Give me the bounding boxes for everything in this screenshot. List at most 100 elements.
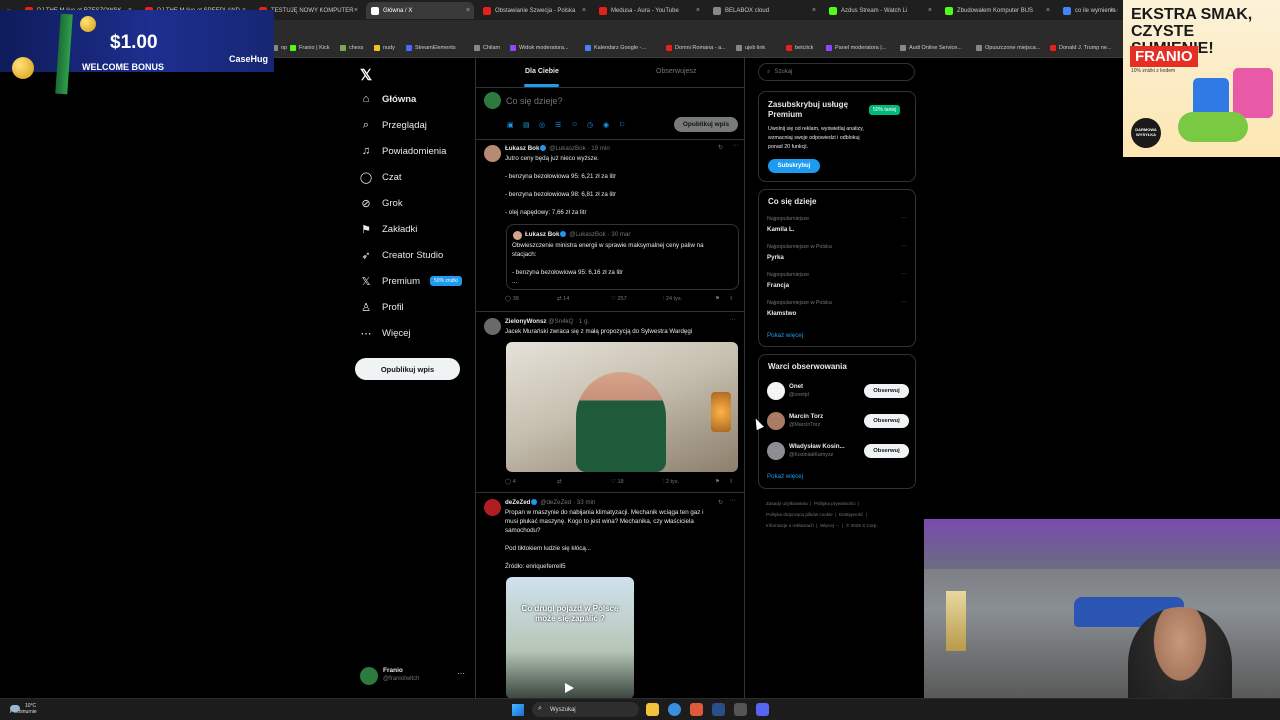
repost-button[interactable]: ⇄ xyxy=(557,479,562,485)
steam-icon[interactable] xyxy=(712,703,725,716)
composer-input[interactable]: Co się dzieje? xyxy=(506,96,563,106)
browser-tab[interactable]: Obstawianie Szwecja - Polska × xyxy=(478,2,590,19)
who-to-follow-show-more[interactable]: Pokaż więcej xyxy=(767,473,803,480)
nav-item-bookmark[interactable]: ⚑ Zakładki xyxy=(360,223,417,236)
bookmark-item[interactable]: StreamElements xyxy=(406,45,456,51)
like-button[interactable]: ♡ 18 xyxy=(611,479,624,485)
weather-widget[interactable]: 10°C Pochmurnie xyxy=(10,703,37,715)
close-tab-icon[interactable]: × xyxy=(696,7,700,14)
close-tab-icon[interactable]: × xyxy=(582,7,586,14)
browser-tab[interactable]: Główna / X × xyxy=(366,2,474,19)
footer-link[interactable]: Polityka prywatności xyxy=(814,501,856,506)
bookmark-item[interactable]: Widok moderatora... xyxy=(510,45,569,51)
quoted-post[interactable]: Łukasz Bok @LukaszBok · 30 mar Obwieszcz… xyxy=(506,224,739,290)
post-avatar[interactable] xyxy=(484,499,501,516)
bookmark-item[interactable]: betclick xyxy=(786,45,813,51)
footer-link[interactable]: Zasady użytkowania xyxy=(766,501,808,506)
follow-button[interactable]: Obserwuj xyxy=(864,414,909,428)
reply-button[interactable]: ◯ 38 xyxy=(505,296,519,302)
start-button[interactable] xyxy=(512,704,524,716)
post-more-icon[interactable]: ··· xyxy=(729,497,736,504)
browser-tab[interactable]: co ile wymienia się× xyxy=(1058,2,1118,19)
poll-icon[interactable]: ☰ xyxy=(555,121,561,129)
terminal-icon[interactable] xyxy=(734,703,747,716)
footer-link[interactable]: Więcej ··· xyxy=(820,523,840,528)
nav-item-more[interactable]: ⋯ Więcej xyxy=(360,327,411,340)
browser-tab[interactable]: Zbudowałem Komputer BUS × xyxy=(940,2,1054,19)
browser-tab[interactable]: BELABOX cloud × xyxy=(708,2,820,19)
bookmark-item[interactable]: Chilam xyxy=(474,45,500,51)
image-icon[interactable]: ▣ xyxy=(507,121,514,129)
close-tab-icon[interactable]: × xyxy=(1046,7,1050,14)
app-icon[interactable] xyxy=(690,703,703,716)
footer-link[interactable]: Polityka dotycząca plików cookie xyxy=(766,512,833,517)
discord-icon[interactable] xyxy=(756,703,769,716)
account-more-icon[interactable]: ··· xyxy=(457,669,465,678)
follow-button[interactable]: Obserwuj xyxy=(864,384,909,398)
bookmark-item[interactable]: ujeb link xyxy=(736,45,765,51)
nav-item-chat[interactable]: ◯ Czat xyxy=(360,171,402,184)
nav-item-rocket[interactable]: ➶ Creator Studio xyxy=(360,249,443,262)
reply-button[interactable]: ◯ 4 xyxy=(505,479,516,485)
close-tab-icon[interactable]: × xyxy=(466,7,470,14)
flag-icon[interactable]: ⚐ xyxy=(619,121,625,129)
post-more-icon[interactable]: ··· xyxy=(732,142,739,149)
bookmark-item[interactable]: Opuszczone miejsca... xyxy=(976,45,1040,51)
footer-link[interactable]: Informacje o reklamach xyxy=(766,523,814,528)
bookmark-item[interactable]: Domni Romana - a... xyxy=(666,45,726,51)
grok-icon[interactable]: ↻ xyxy=(718,144,723,151)
trends-show-more[interactable]: Pokaż więcej xyxy=(767,332,803,339)
emoji-icon[interactable]: ☺ xyxy=(571,121,578,128)
chrome-icon[interactable] xyxy=(668,703,681,716)
location-icon[interactable]: ◉ xyxy=(603,121,609,129)
search-input[interactable]: ⌕ Szukaj xyxy=(758,63,915,81)
close-tab-icon[interactable]: × xyxy=(928,7,932,14)
nav-item-bell[interactable]: ♫ Powiadomienia xyxy=(360,145,447,157)
close-tab-icon[interactable]: × xyxy=(812,7,816,14)
nav-item-search[interactable]: ⌕ Przeglądaj xyxy=(360,119,427,131)
trend-more-icon[interactable]: ··· xyxy=(901,271,907,277)
close-tab-icon[interactable]: × xyxy=(1110,7,1114,14)
schedule-icon[interactable]: ◷ xyxy=(587,121,593,129)
tab-for-you[interactable]: Dla Ciebie xyxy=(525,68,559,75)
like-button[interactable]: ♡ 257 xyxy=(611,296,627,302)
post-button[interactable]: Opublikuj wpis xyxy=(355,358,460,380)
post-handle[interactable]: @Sn4kQ xyxy=(548,318,573,325)
x-logo[interactable]: 𝕏 xyxy=(360,66,372,84)
close-tab-icon[interactable]: × xyxy=(354,7,358,14)
post-avatar[interactable] xyxy=(484,145,501,162)
post-handle[interactable]: @LukaszBok xyxy=(549,145,586,152)
bookmark-icon[interactable]: ⚑ xyxy=(715,296,720,302)
post-avatar[interactable] xyxy=(484,318,501,335)
views-button[interactable]: ⫶ 2 tys. xyxy=(663,479,679,486)
bookmark-item[interactable]: op xyxy=(272,45,287,51)
grok-icon[interactable]: ↻ xyxy=(718,499,723,506)
tab-following[interactable]: Obserwujesz xyxy=(656,68,696,75)
post-handle[interactable]: @deZeZed xyxy=(540,499,571,506)
browser-tab[interactable]: Medusa - Aura - YouTube × xyxy=(594,2,704,19)
bookmark-item[interactable]: Franio | Kick xyxy=(290,45,329,51)
post-video[interactable] xyxy=(506,342,738,472)
browser-tab[interactable]: Azdus Stream - Watch Li × xyxy=(824,2,936,19)
bookmark-item[interactable]: Kalendarz Google -... xyxy=(585,45,646,51)
views-button[interactable]: ⫶ 24 tys. xyxy=(663,296,682,303)
composer-post-button[interactable]: Opublikuj wpis xyxy=(674,117,738,132)
subscribe-button[interactable]: Subskrybuj xyxy=(768,159,820,173)
share-icon[interactable]: ⇪ xyxy=(729,296,734,302)
share-icon[interactable]: ⇪ xyxy=(729,479,734,485)
nav-item-x[interactable]: 𝕏 Premium 50% zniżki xyxy=(360,275,462,288)
follow-button[interactable]: Obserwuj xyxy=(864,444,909,458)
repost-button[interactable]: ⇄ 14 xyxy=(557,296,569,302)
nav-item-home[interactable]: ⌂ Główna xyxy=(360,93,417,105)
account-switcher[interactable]: Franio @franiotwitch ··· xyxy=(360,666,470,686)
bookmark-item[interactable]: chess xyxy=(340,45,363,51)
post-author[interactable]: Łukasz Bok xyxy=(505,145,539,152)
trend-more-icon[interactable]: ··· xyxy=(901,215,907,221)
bookmark-icon[interactable]: ⚑ xyxy=(715,479,720,485)
bookmark-item[interactable]: Donald J. Trump ne... xyxy=(1050,45,1112,51)
grok-icon[interactable]: ◎ xyxy=(539,121,545,129)
post-author[interactable]: ZielonyWonsz xyxy=(505,318,546,325)
bookmark-item[interactable]: nudy xyxy=(374,45,395,51)
bookmark-item[interactable]: Audi Online Service... xyxy=(900,45,962,51)
play-icon[interactable] xyxy=(565,683,574,693)
